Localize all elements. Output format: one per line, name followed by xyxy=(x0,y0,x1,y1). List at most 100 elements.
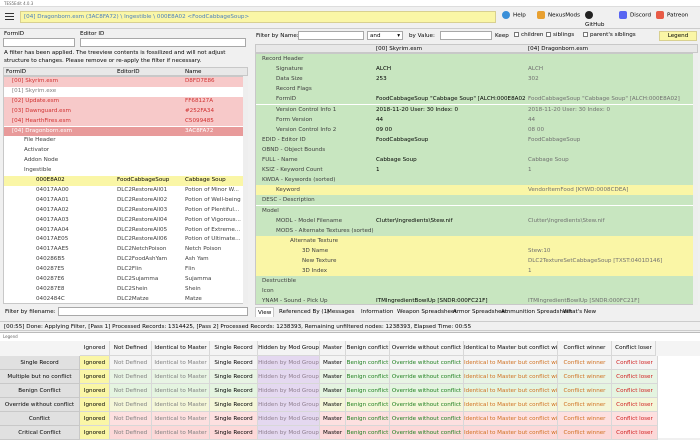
legend-cell: Identical to Master but conflict winner xyxy=(464,369,558,384)
legend-cell: Identical to Master xyxy=(152,425,210,440)
record-row[interactable]: EDID - Editor ID FoodCabbageSoup FoodCabba… xyxy=(256,134,697,145)
tree-name: Flin xyxy=(185,266,195,273)
record-row[interactable]: DESC - Description xyxy=(256,195,697,206)
tree-row[interactable]: 04017AA01 DLC2RestoreAll02 Potion of Well-… xyxy=(4,195,247,206)
tab-weapon-spreadsheet[interactable]: Weapon Spreadsheet xyxy=(395,307,459,317)
tree-row[interactable]: Addon Node xyxy=(4,156,247,167)
tree-row[interactable]: 000E8A02 FoodCabbageSoup Cabbage Soup xyxy=(4,176,247,186)
record-row[interactable]: Version Control Info 2 09 00 08 00 xyxy=(256,124,697,135)
tree-row[interactable]: 040287E6 DLC2Sujamma Sujamma xyxy=(4,275,247,285)
record-row[interactable]: FULL - Name Cabbage Soup Cabbage Soup xyxy=(256,155,697,166)
col-editorid[interactable]: EditorID xyxy=(117,68,140,76)
legend-cell: Single Record xyxy=(210,411,258,426)
record-row[interactable]: 3D Index 1 xyxy=(256,266,697,277)
tree-row[interactable]: 040287E8 DLC2Shein Shein xyxy=(4,284,247,295)
title-text: TES5Edit 4.0.3 xyxy=(4,1,34,6)
record-row[interactable]: MODL - Model Filename Clutter\Ingredients… xyxy=(256,215,697,226)
legend-cell: Identical to Master but conflict winner xyxy=(464,383,558,398)
legend-button[interactable]: Legend xyxy=(659,31,697,41)
help-button[interactable]: Help xyxy=(502,11,532,23)
record-row[interactable]: Keyword VendorItemFood [KYWD:0008CDEA] xyxy=(256,185,697,196)
tree-formid: 040287E6 xyxy=(36,276,65,282)
record-label: Destructible xyxy=(256,276,374,287)
tree-row[interactable]: 040287E5 DLC2Flin Flin xyxy=(4,265,247,275)
record-value-master xyxy=(374,245,526,256)
legend-cell: Override without conflict xyxy=(390,411,464,426)
tree-scrollbar[interactable] xyxy=(243,76,248,304)
record-scrollbar[interactable] xyxy=(693,53,698,305)
record-row[interactable]: Version Control Info 1 2018-11-20 User: 3… xyxy=(256,104,697,115)
record-row[interactable]: Model xyxy=(256,205,697,216)
filter-value-input[interactable] xyxy=(440,31,492,40)
legend-cell: Single Record xyxy=(210,383,258,398)
tree-row[interactable]: 0402484C DLC2Matze Matze xyxy=(4,294,247,303)
record-row[interactable]: Form Version 44 44 xyxy=(256,114,697,125)
tree-row[interactable]: [04] HearthFires.esm C5099485 xyxy=(4,116,247,127)
tree-editorid: DLC2NetchPoison xyxy=(117,246,167,253)
tree-row[interactable]: 04017AE05 DLC2RestoreAll06 Potion of Ultim… xyxy=(4,235,247,246)
tree-row[interactable]: 04017AA04 DLC2RestoreAll05 Potion of Extre… xyxy=(4,225,247,236)
filter-name-label: Filter by Name: xyxy=(256,33,299,39)
tree-row[interactable]: 04017AA00 DLC2RestoreAll01 Potion of Minor… xyxy=(4,185,247,196)
record-row[interactable]: Icon xyxy=(256,286,697,297)
record-row[interactable]: Record Header xyxy=(256,54,697,65)
tree-row[interactable]: File Header xyxy=(4,136,247,147)
tab-what-s-new[interactable]: What's New xyxy=(561,307,598,317)
record-row[interactable]: Record Flags xyxy=(256,84,697,95)
children-checkbox[interactable]: children xyxy=(514,32,543,38)
record-row[interactable]: KSIZ - Keyword Count 1 1 xyxy=(256,165,697,176)
record-row[interactable]: Data Size 253 302 xyxy=(256,74,697,85)
tree-row[interactable]: [04] Dragonborn.esm 3AC8FA72 xyxy=(4,126,247,137)
tree-row[interactable]: [00] Skyrim.esm D8FD7E86 xyxy=(4,77,247,87)
record-label: FULL - Name xyxy=(256,155,374,166)
tree-row[interactable]: 04017AA02 DLC2RestoreAll03 Potion of Plent… xyxy=(4,205,247,216)
record-value-master: ALCH xyxy=(374,64,526,75)
record-value-master: Clutter\Ingredients\Stew.nif xyxy=(374,215,526,226)
patreon-button[interactable]: Patreon xyxy=(656,11,696,23)
filter-name-input[interactable] xyxy=(298,31,364,40)
record-row[interactable]: KWDA - Keywords (sorted) xyxy=(256,175,697,186)
record-row[interactable]: New Texture DLC2TextureSetCabbageSoup [TX… xyxy=(256,256,697,267)
tab-information[interactable]: Information xyxy=(359,307,395,317)
github-button[interactable]: GitHub xyxy=(585,11,615,28)
record-row[interactable]: MODS - Alternate Textures (sorted) xyxy=(256,225,697,236)
discord-button[interactable]: Discord xyxy=(619,11,653,23)
nexusmods-button[interactable]: NexusMods xyxy=(537,11,581,23)
editorid-input[interactable] xyxy=(80,38,246,47)
tree-row[interactable]: 040286B5 DLC2FoodAshYam Ash Yam xyxy=(4,255,247,266)
record-row[interactable]: Signature ALCH ALCH xyxy=(256,64,697,75)
tree-row[interactable]: 04017AAE5 DLC2NetchPoison Netch Poison xyxy=(4,245,247,256)
hamburger-menu-button[interactable] xyxy=(3,10,16,23)
legend-cell: Override without conflict xyxy=(390,369,464,384)
tab-messages[interactable]: Messages xyxy=(325,307,356,317)
tree-row[interactable]: [03] Dawnguard.esm #252FA34 xyxy=(4,106,247,117)
record-row[interactable]: Alternate Texture xyxy=(256,235,697,246)
tab-view[interactable]: View xyxy=(255,307,275,317)
formid-input[interactable] xyxy=(3,38,75,47)
record-row[interactable]: OBND - Object Bounds xyxy=(256,144,697,155)
tab-referenced-by-1-[interactable]: Referenced By (1) xyxy=(277,307,331,317)
tree-name: Potion of Extreme... xyxy=(185,226,241,233)
parents-siblings-checkbox[interactable]: parent's siblings xyxy=(583,32,636,38)
col-formid[interactable]: FormID xyxy=(6,68,26,76)
record-row[interactable]: FormID FoodCabbageSoup "Cabbage Soup" [AL… xyxy=(256,94,697,105)
record-row[interactable]: 3D Name Stew:10 xyxy=(256,245,697,256)
legend-cell: Conflict loser xyxy=(612,411,658,426)
record-value-master xyxy=(374,84,526,95)
legend-cell: Conflict loser xyxy=(612,369,658,384)
tree-row[interactable]: [02] Update.esm FF68127A xyxy=(4,96,247,107)
legend-cell: Single Record xyxy=(210,425,258,440)
tree-name: Netch Poison xyxy=(185,246,222,253)
col-name[interactable]: Name xyxy=(185,68,202,76)
record-row[interactable]: YNAM - Sound - Pick Up ITMIngredientBowlU… xyxy=(256,296,697,304)
and-select[interactable]: and ▾ xyxy=(367,31,403,40)
tree-row[interactable]: [01] Skyrim.exe xyxy=(4,86,247,97)
record-value-master xyxy=(374,195,526,206)
tree-formid: 04017AA00 xyxy=(36,186,69,193)
record-row[interactable]: Destructible xyxy=(256,276,697,287)
tree-row[interactable]: Activator xyxy=(4,146,247,157)
tree-row[interactable]: Ingestible xyxy=(4,166,247,176)
tree-row[interactable]: 04017AA03 DLC2RestoreAll04 Potion of Vigor… xyxy=(4,215,247,226)
siblings-checkbox[interactable]: siblings xyxy=(546,32,574,38)
filter-filename-input[interactable] xyxy=(58,307,248,316)
